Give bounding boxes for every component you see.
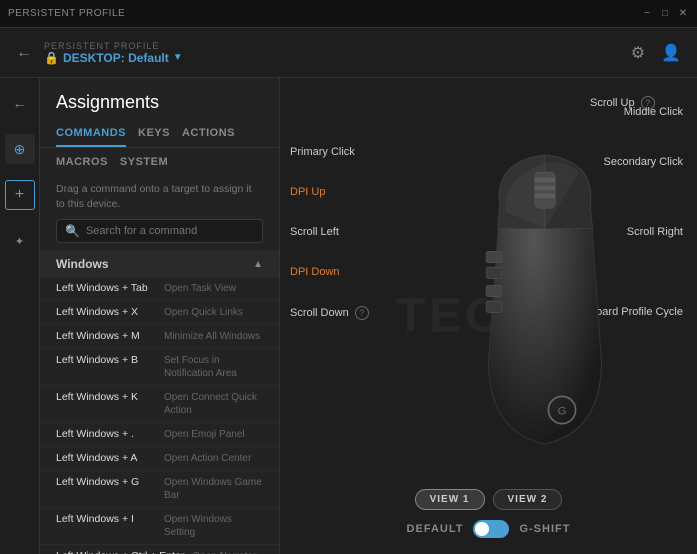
cmd-desc: Open Windows Game Bar — [164, 476, 263, 502]
cmd-key: Left Windows + Tab — [56, 282, 156, 294]
content-area: TECHR Scroll Up ? Middle Click Primary C… — [280, 78, 697, 554]
cmd-key: Left Windows + K — [56, 391, 156, 403]
list-item[interactable]: Left Windows + I Open Windows Setting — [40, 508, 279, 545]
left-panel: Assignments COMMANDS KEYS ACTIONS MACROS… — [40, 78, 280, 554]
profile-name: 🔒 DESKTOP: Default ▼ — [44, 51, 183, 65]
close-button[interactable]: ✕ — [677, 8, 689, 20]
icon-sidebar: ← ⊕ + ✦ — [0, 78, 40, 554]
list-item[interactable]: Left Windows + . Open Emoji Panel — [40, 423, 279, 447]
label-scroll-left[interactable]: Scroll Left — [290, 226, 339, 238]
label-dpi-down[interactable]: DPI Down — [290, 266, 340, 278]
cmd-desc: Open Task View — [164, 282, 236, 295]
profile-name-text: DESKTOP: Default — [63, 51, 169, 65]
profile-label: PERSISTENT PROFILE — [44, 41, 183, 51]
profile-info: PERSISTENT PROFILE 🔒 DESKTOP: Default ▼ — [44, 41, 183, 65]
view-buttons: VIEW 1 VIEW 2 — [415, 489, 563, 510]
label-scroll-down[interactable]: Scroll Down ? — [290, 306, 369, 320]
tab-bar-2: MACROS SYSTEM — [40, 152, 279, 176]
commands-list: Windows ▲ Left Windows + Tab Open Task V… — [40, 251, 279, 554]
list-item[interactable]: Left Windows + G Open Windows Game Bar — [40, 471, 279, 508]
toggle-knob — [475, 522, 489, 536]
cmd-key: Left Windows + X — [56, 306, 156, 318]
panel-title: Assignments — [40, 78, 279, 121]
cmd-key: Left Windows + Ctrl + Enter — [56, 550, 184, 554]
sidebar-lighting-btn[interactable]: ✦ — [5, 226, 35, 256]
list-item[interactable]: Left Windows + Tab Open Task View — [40, 277, 279, 301]
header: ← PERSISTENT PROFILE 🔒 DESKTOP: Default … — [0, 28, 697, 78]
list-item[interactable]: Left Windows + Ctrl + Enter Open Narrato… — [40, 545, 279, 554]
list-item[interactable]: Left Windows + A Open Action Center — [40, 447, 279, 471]
user-icon[interactable]: 👤 — [661, 43, 681, 63]
header-right: ⚙ 👤 — [631, 43, 681, 63]
cmd-key: Left Windows + M — [56, 330, 156, 342]
label-primary-click[interactable]: Primary Click — [290, 146, 355, 158]
tab-macros[interactable]: MACROS — [56, 154, 108, 170]
titlebar-controls: − □ ✕ — [641, 8, 689, 20]
tab-commands[interactable]: COMMANDS — [56, 121, 126, 147]
maximize-button[interactable]: □ — [659, 8, 671, 20]
search-icon: 🔍 — [65, 224, 80, 238]
lock-icon: 🔒 — [44, 51, 59, 65]
section-label: Windows — [56, 257, 109, 271]
bottom-controls: VIEW 1 VIEW 2 DEFAULT G-SHIFT — [280, 489, 697, 538]
mouse-diagram: G — [405, 138, 685, 478]
list-item[interactable]: Left Windows + M Minimize All Windows — [40, 325, 279, 349]
cmd-key: Left Windows + G — [56, 476, 156, 488]
tab-actions[interactable]: ACTIONS — [182, 121, 235, 147]
cmd-desc: Minimize All Windows — [164, 330, 260, 343]
chevron-up-icon: ▲ — [253, 259, 263, 270]
sidebar-back-btn[interactable]: ← — [5, 88, 35, 118]
cmd-desc: Set Focus in Notification Area — [164, 354, 263, 380]
header-left: ← PERSISTENT PROFILE 🔒 DESKTOP: Default … — [16, 41, 183, 65]
main: ← ⊕ + ✦ Assignments COMMANDS KEYS ACTION… — [0, 78, 697, 554]
search-bar: 🔍 — [56, 219, 263, 243]
cmd-desc: Open Windows Setting — [164, 513, 263, 539]
windows-section-header[interactable]: Windows ▲ — [40, 251, 279, 277]
list-item[interactable]: Left Windows + K Open Connect Quick Acti… — [40, 386, 279, 423]
view2-button[interactable]: VIEW 2 — [493, 489, 563, 510]
label-dpi-up[interactable]: DPI Up — [290, 186, 325, 198]
cmd-desc: Open Emoji Panel — [164, 428, 245, 441]
list-item[interactable]: Left Windows + X Open Quick Links — [40, 301, 279, 325]
scroll-down-help-icon[interactable]: ? — [355, 306, 369, 320]
dropdown-icon[interactable]: ▼ — [173, 52, 183, 63]
titlebar-title: PERSISTENT PROFILE — [8, 8, 125, 19]
cmd-key: Left Windows + B — [56, 354, 156, 366]
settings-icon[interactable]: ⚙ — [631, 43, 645, 63]
svg-text:G: G — [557, 406, 566, 418]
shift-toggle: DEFAULT G-SHIFT — [407, 520, 571, 538]
default-label: DEFAULT — [407, 523, 464, 535]
cmd-desc: Open Quick Links — [164, 306, 243, 319]
titlebar: PERSISTENT PROFILE − □ ✕ — [0, 0, 697, 28]
cmd-desc: Open Action Center — [164, 452, 251, 465]
tab-system[interactable]: SYSTEM — [120, 154, 168, 170]
cmd-key: Left Windows + I — [56, 513, 156, 525]
sidebar-add-btn[interactable]: + — [5, 180, 35, 210]
cmd-desc: Open Narrator — [192, 550, 256, 554]
minimize-button[interactable]: − — [641, 8, 653, 20]
tab-bar-1: COMMANDS KEYS ACTIONS — [40, 121, 279, 148]
tab-keys[interactable]: KEYS — [138, 121, 170, 147]
cmd-key: Left Windows + . — [56, 428, 156, 440]
cmd-desc: Open Connect Quick Action — [164, 391, 263, 417]
cmd-key: Left Windows + A — [56, 452, 156, 464]
search-input[interactable] — [86, 225, 254, 237]
back-button[interactable]: ← — [16, 44, 32, 62]
gshift-toggle-switch[interactable] — [473, 520, 509, 538]
list-item[interactable]: Left Windows + B Set Focus in Notificati… — [40, 349, 279, 386]
view1-button[interactable]: VIEW 1 — [415, 489, 485, 510]
sidebar-assignments-btn[interactable]: ⊕ — [5, 134, 35, 164]
label-middle-click[interactable]: Middle Click — [624, 106, 683, 118]
drag-hint: Drag a command onto a target to assign i… — [40, 176, 279, 219]
gshift-label: G-SHIFT — [519, 523, 570, 535]
